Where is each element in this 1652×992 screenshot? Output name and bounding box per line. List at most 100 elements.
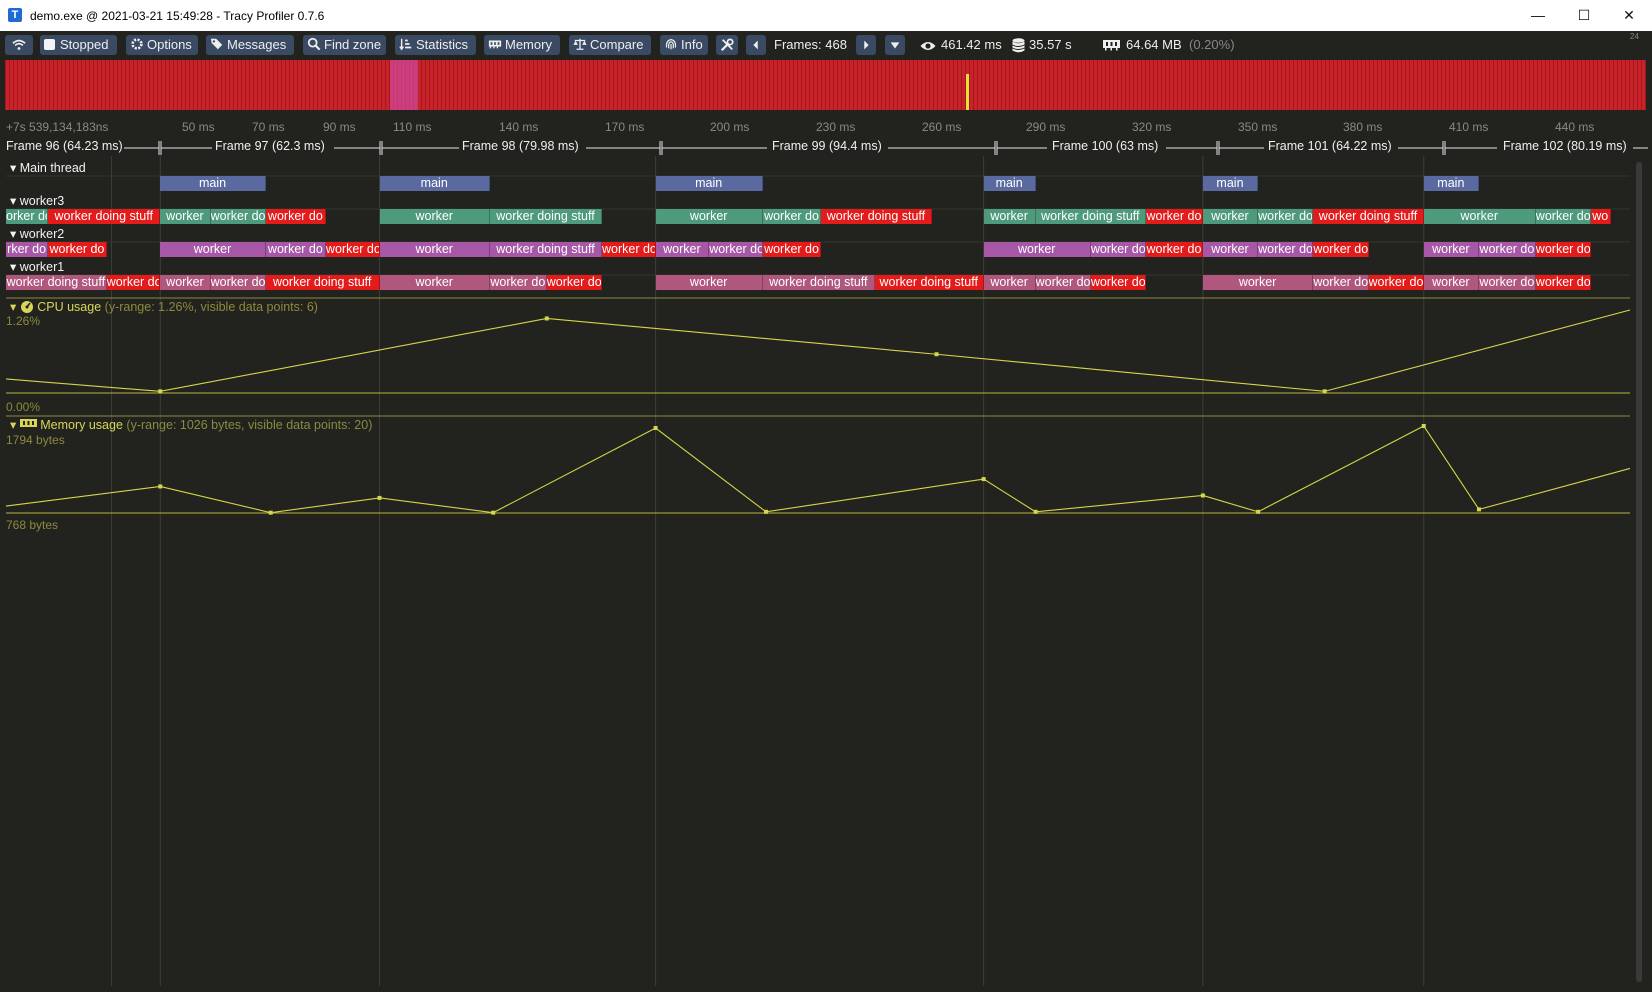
previous-frame-button[interactable] bbox=[746, 35, 766, 55]
cpu-data-point[interactable] bbox=[1322, 389, 1327, 394]
frame-overview-bar bbox=[1049, 60, 1050, 110]
memory-data-point[interactable] bbox=[491, 510, 496, 515]
frame-overview-bar bbox=[1169, 60, 1170, 110]
frame-overview-bar bbox=[865, 60, 866, 110]
tools-button[interactable] bbox=[716, 35, 738, 55]
memory-data-point[interactable] bbox=[1476, 507, 1481, 512]
frame-overview-bar bbox=[421, 60, 422, 110]
frame-overview-bar bbox=[481, 60, 482, 110]
memory-data-point[interactable] bbox=[158, 484, 163, 489]
frame-overview-graph[interactable] bbox=[5, 60, 1646, 110]
frame-overview-bar bbox=[1325, 60, 1326, 110]
eye-icon bbox=[920, 42, 936, 50]
frame-overview-bar bbox=[1297, 60, 1298, 110]
frame-overview-bar bbox=[113, 60, 114, 110]
memory-button[interactable]: Memory bbox=[484, 35, 560, 55]
overview-view-region[interactable] bbox=[390, 60, 418, 110]
frame-overview-bar bbox=[753, 60, 754, 110]
frame-overview-bar bbox=[317, 60, 318, 110]
frame-overview-bar bbox=[953, 60, 954, 110]
frame-overview-bar bbox=[1481, 60, 1482, 110]
frame-label[interactable]: Frame 100 (63 ms) bbox=[1052, 139, 1158, 153]
memory-data-point[interactable] bbox=[1256, 509, 1261, 514]
frame-overview-bar bbox=[1477, 60, 1478, 110]
time-tick: 260 ms bbox=[922, 120, 962, 134]
frame-overview-bar bbox=[1249, 60, 1250, 110]
close-button[interactable]: ✕ bbox=[1606, 0, 1652, 31]
frame-label[interactable]: Frame 99 (94.4 ms) bbox=[772, 139, 882, 153]
frame-overview-bar bbox=[1245, 60, 1246, 110]
frame-overview-bar bbox=[225, 60, 226, 110]
frame-overview-bar bbox=[1333, 60, 1334, 110]
frame-overview-bar bbox=[1037, 60, 1038, 110]
next-frame-button[interactable] bbox=[856, 35, 876, 55]
frame-overview-bar bbox=[893, 60, 894, 110]
frame-overview-bar bbox=[1461, 60, 1462, 110]
frame-overview-bar bbox=[737, 60, 738, 110]
frame-overview-bar bbox=[97, 60, 98, 110]
caret-down-icon bbox=[890, 42, 900, 49]
frame-label[interactable]: Frame 102 (80.19 ms) bbox=[1503, 139, 1627, 153]
frame-overview-bar bbox=[33, 60, 34, 110]
stopped-toggle[interactable]: Stopped bbox=[40, 35, 117, 55]
frame-overview-bar bbox=[641, 60, 642, 110]
window-titlebar: T demo.exe @ 2021-03-21 15:49:28 - Tracy… bbox=[0, 0, 1652, 31]
frame-overview-bar bbox=[1517, 60, 1518, 110]
frame-overview-bar bbox=[21, 60, 22, 110]
frame-label[interactable]: Frame 101 (64.22 ms) bbox=[1268, 139, 1392, 153]
frame-overview-bar bbox=[133, 60, 134, 110]
statistics-button[interactable]: Statistics bbox=[395, 35, 476, 55]
frame-overview-bar bbox=[1609, 60, 1610, 110]
memory-data-point[interactable] bbox=[653, 426, 658, 430]
frame-overview-bar bbox=[65, 60, 66, 110]
minimize-button[interactable]: — bbox=[1515, 0, 1561, 31]
frame-overview-bar bbox=[73, 60, 74, 110]
frame-label[interactable]: Frame 97 (62.3 ms) bbox=[215, 139, 325, 153]
messages-button[interactable]: Messages bbox=[206, 35, 294, 55]
cpu-data-point[interactable] bbox=[544, 316, 549, 321]
vertical-scrollbar[interactable] bbox=[1636, 162, 1642, 982]
options-label: Options bbox=[147, 37, 192, 52]
frame-label[interactable]: Frame 96 (64.23 ms) bbox=[6, 139, 123, 153]
frame-overview-bar bbox=[1277, 60, 1278, 110]
frame-overview-bar bbox=[833, 60, 834, 110]
maximize-button[interactable]: ☐ bbox=[1561, 0, 1607, 31]
memory-data-point[interactable] bbox=[1421, 424, 1426, 428]
caret-left-icon bbox=[753, 40, 758, 50]
checkbox-icon[interactable] bbox=[44, 39, 55, 50]
memory-data-point[interactable] bbox=[981, 477, 986, 482]
overview-current-frame-marker bbox=[966, 74, 969, 110]
memory-data-point[interactable] bbox=[1200, 493, 1205, 498]
memory-data-point[interactable] bbox=[1033, 509, 1038, 514]
frame-dropdown-button[interactable] bbox=[885, 35, 905, 55]
frames-count: Frames: 468 bbox=[774, 37, 847, 52]
compare-button[interactable]: Compare bbox=[569, 35, 651, 55]
cpu-data-point[interactable] bbox=[158, 389, 163, 394]
frame-overview-bar bbox=[1453, 60, 1454, 110]
memory-data-point[interactable] bbox=[268, 510, 273, 515]
frame-overview-bar bbox=[1301, 60, 1302, 110]
info-button[interactable]: Info bbox=[660, 35, 708, 55]
options-button[interactable]: Options bbox=[126, 35, 198, 55]
frame-overview-bar bbox=[749, 60, 750, 110]
find-zone-button[interactable]: Find zone bbox=[303, 35, 386, 55]
frame-label[interactable]: Frame 98 (79.98 ms) bbox=[462, 139, 579, 153]
frame-overview-bar bbox=[601, 60, 602, 110]
frame-overview-bar bbox=[677, 60, 678, 110]
frame-overview-bar bbox=[969, 60, 970, 110]
frame-overview-bar bbox=[349, 60, 350, 110]
frame-overview-bar bbox=[1641, 60, 1642, 110]
frame-overview-bar bbox=[809, 60, 810, 110]
frame-overview-bar bbox=[997, 60, 998, 110]
frame-overview-bar bbox=[285, 60, 286, 110]
frame-overview-bar bbox=[341, 60, 342, 110]
frame-overview-bar bbox=[913, 60, 914, 110]
memory-data-point[interactable] bbox=[764, 509, 769, 514]
connection-button[interactable] bbox=[5, 35, 33, 55]
frame-overview-bar bbox=[693, 60, 694, 110]
timeline-tracks[interactable]: ▾ Main thread main main main main main main ▾… bbox=[0, 156, 1652, 992]
frame-overview-bar bbox=[697, 60, 698, 110]
frame-overview-bar bbox=[169, 60, 170, 110]
memory-data-point[interactable] bbox=[377, 495, 382, 500]
cpu-data-point[interactable] bbox=[934, 352, 939, 357]
